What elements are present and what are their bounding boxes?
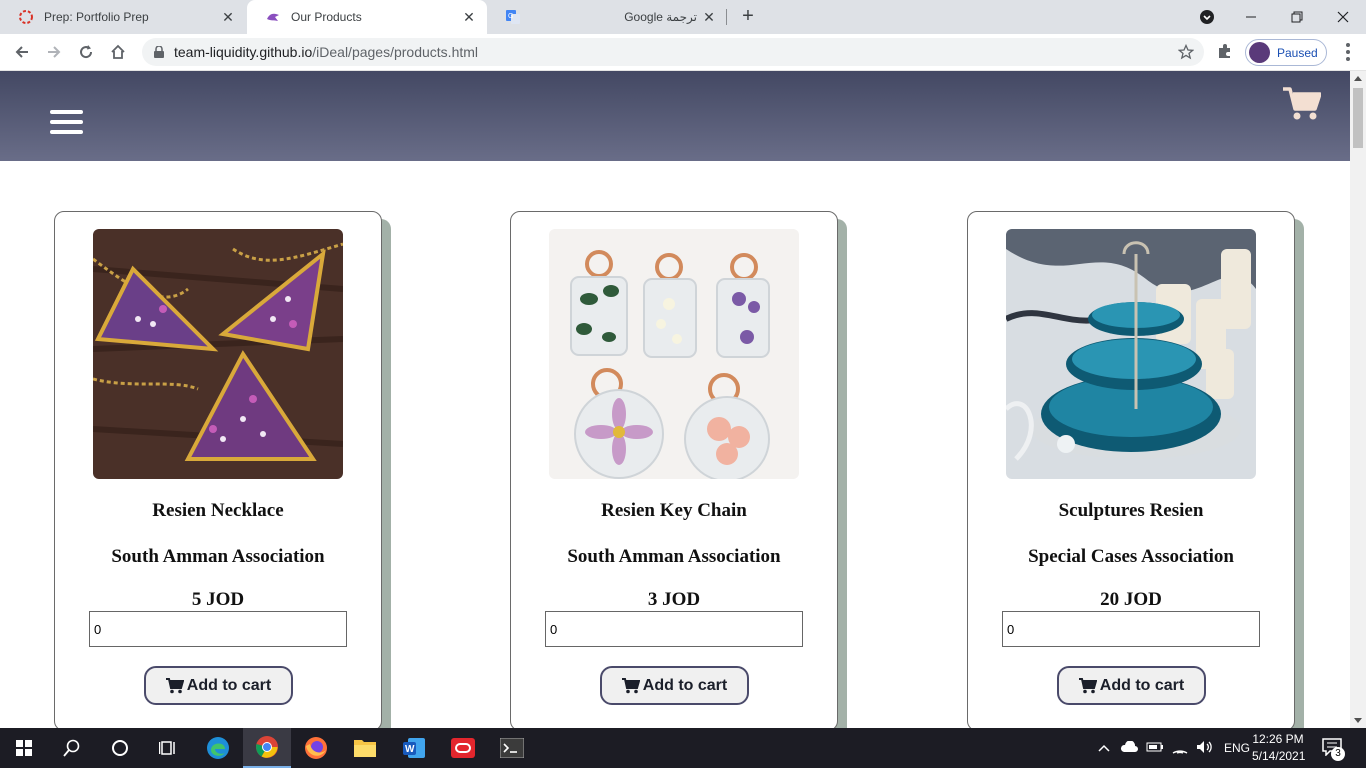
notification-center-icon[interactable]: 3 bbox=[1322, 738, 1345, 761]
language-indicator[interactable]: ENG bbox=[1224, 741, 1250, 755]
terminal-icon[interactable] bbox=[488, 728, 536, 768]
product-card: Resien Necklace South Amman Association … bbox=[54, 211, 392, 728]
chrome-icon[interactable] bbox=[243, 728, 291, 768]
svg-text:G: G bbox=[508, 13, 513, 20]
tab-title: Google ترجمة bbox=[624, 10, 697, 24]
svg-text:W: W bbox=[405, 744, 415, 755]
kebab-menu-icon[interactable] bbox=[1338, 40, 1358, 64]
edge-icon[interactable] bbox=[194, 728, 242, 768]
product-association: South Amman Association bbox=[567, 546, 781, 567]
tab-google-translate[interactable]: G Google ترجمة ✕ bbox=[487, 0, 727, 34]
url-text: team-liquidity.github.io/iDeal/pages/pro… bbox=[174, 44, 478, 60]
tab-portfolio-prep[interactable]: Prep: Portfolio Prep ✕ bbox=[0, 0, 246, 34]
scrollbar-thumb[interactable] bbox=[1353, 88, 1363, 148]
tab-our-products[interactable]: Our Products ✕ bbox=[247, 0, 487, 34]
add-to-cart-button[interactable]: Add to cart bbox=[1057, 666, 1206, 705]
avatar bbox=[1249, 42, 1270, 63]
add-to-cart-label: Add to cart bbox=[1099, 676, 1185, 694]
system-tray: ENG bbox=[1098, 728, 1250, 768]
home-icon[interactable] bbox=[104, 38, 132, 66]
address-bar[interactable]: team-liquidity.github.io/iDeal/pages/pro… bbox=[142, 38, 1204, 66]
product-price: 20 JOD bbox=[1100, 589, 1162, 610]
page-viewport: Resien Necklace South Amman Association … bbox=[0, 71, 1350, 728]
cart-icon bbox=[1078, 677, 1097, 693]
file-explorer-icon[interactable] bbox=[341, 728, 389, 768]
bookmark-star-icon[interactable] bbox=[1177, 43, 1195, 65]
clock[interactable]: 12:26 PM 5/14/2021 bbox=[1252, 731, 1306, 765]
shopping-cart-icon[interactable] bbox=[1283, 87, 1322, 126]
product-name: Sculptures Resien bbox=[1058, 500, 1204, 521]
cart-icon bbox=[165, 677, 184, 693]
restore-icon[interactable] bbox=[1274, 0, 1320, 34]
product-name: Resien Necklace bbox=[152, 500, 284, 521]
google-translate-icon: G bbox=[505, 9, 521, 25]
battery-icon[interactable] bbox=[1146, 741, 1164, 755]
new-tab-button[interactable]: + bbox=[736, 5, 760, 29]
back-icon[interactable] bbox=[8, 38, 36, 66]
product-price: 5 JOD bbox=[191, 589, 245, 610]
cart-icon bbox=[621, 677, 640, 693]
volume-icon[interactable] bbox=[1196, 740, 1214, 757]
bird-icon bbox=[265, 9, 281, 25]
windows-taskbar: W ENG 12:26 PM 5/14/2021 3 bbox=[0, 728, 1366, 768]
add-to-cart-label: Add to cart bbox=[186, 676, 272, 694]
date: 5/14/2021 bbox=[1252, 749, 1306, 763]
onedrive-cloud-icon[interactable] bbox=[1120, 739, 1138, 756]
forward-icon[interactable] bbox=[40, 38, 68, 66]
tab-title: Prep: Portfolio Prep bbox=[44, 10, 149, 24]
windows-start-icon[interactable] bbox=[0, 728, 48, 768]
quantity-input[interactable] bbox=[545, 611, 803, 647]
browser-tab-bar: Prep: Portfolio Prep ✕ Our Products ✕ G … bbox=[0, 0, 1366, 34]
extensions-puzzle-icon[interactable] bbox=[1216, 42, 1234, 65]
profile-status: Paused bbox=[1277, 45, 1318, 60]
word-icon[interactable]: W bbox=[390, 728, 438, 768]
browser-toolbar: team-liquidity.github.io/iDeal/pages/pro… bbox=[0, 34, 1366, 71]
time: 12:26 PM bbox=[1252, 732, 1304, 746]
close-icon[interactable]: ✕ bbox=[220, 9, 236, 25]
firefox-icon[interactable] bbox=[292, 728, 340, 768]
product-image-necklace bbox=[93, 229, 343, 479]
notification-count: 3 bbox=[1331, 747, 1345, 761]
url-host: team-liquidity.github.io bbox=[174, 44, 313, 60]
product-name: Resien Key Chain bbox=[601, 500, 747, 521]
oracle-icon[interactable] bbox=[439, 728, 487, 768]
cortana-icon[interactable] bbox=[96, 728, 144, 768]
task-view-icon[interactable] bbox=[144, 728, 192, 768]
profile-button[interactable]: Paused bbox=[1245, 39, 1327, 66]
product-card: Sculptures Resien Special Cases Associat… bbox=[967, 211, 1305, 728]
loading-ring-icon bbox=[18, 9, 34, 25]
window-close-icon[interactable] bbox=[1320, 0, 1366, 34]
add-to-cart-button[interactable]: Add to cart bbox=[600, 666, 749, 705]
minimize-icon[interactable] bbox=[1228, 0, 1274, 34]
quantity-input[interactable] bbox=[89, 611, 347, 647]
product-card: Resien Key Chain South Amman Association… bbox=[510, 211, 848, 728]
site-header bbox=[0, 71, 1350, 161]
product-image-keychain bbox=[549, 229, 799, 479]
page-scrollbar[interactable] bbox=[1350, 71, 1366, 728]
product-association: South Amman Association bbox=[111, 546, 325, 567]
close-icon[interactable]: ✕ bbox=[461, 9, 477, 25]
add-to-cart-label: Add to cart bbox=[642, 676, 728, 694]
reload-icon[interactable] bbox=[72, 38, 100, 66]
url-path: /iDeal/pages/products.html bbox=[312, 44, 479, 60]
lock-icon[interactable] bbox=[154, 46, 164, 58]
wifi-icon[interactable] bbox=[1172, 740, 1188, 757]
tab-search-icon[interactable] bbox=[1184, 0, 1230, 34]
product-association: Special Cases Association bbox=[1028, 546, 1234, 567]
close-icon[interactable]: ✕ bbox=[701, 9, 717, 25]
scroll-down-icon[interactable] bbox=[1354, 718, 1362, 723]
product-image-tiered-tray bbox=[1006, 229, 1256, 479]
chevron-up-icon[interactable] bbox=[1098, 741, 1110, 755]
scroll-up-icon[interactable] bbox=[1354, 76, 1362, 81]
tab-title: Our Products bbox=[291, 10, 362, 24]
search-icon[interactable] bbox=[48, 728, 96, 768]
add-to-cart-button[interactable]: Add to cart bbox=[144, 666, 293, 705]
product-price: 3 JOD bbox=[647, 589, 701, 610]
hamburger-menu-icon[interactable] bbox=[50, 110, 84, 134]
quantity-input[interactable] bbox=[1002, 611, 1260, 647]
